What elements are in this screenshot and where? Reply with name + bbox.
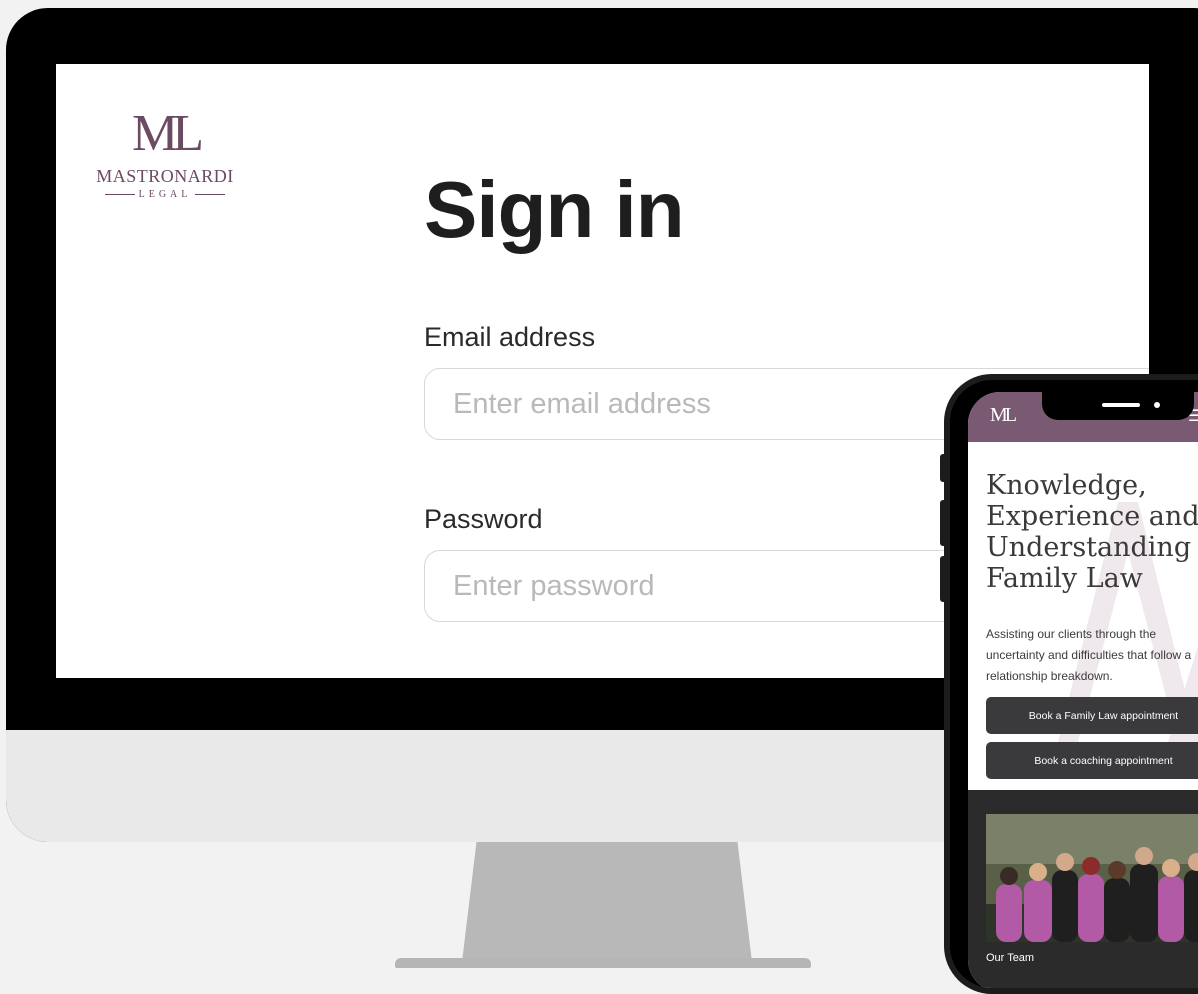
team-photo: [986, 814, 1198, 942]
team-section: Our Team: [968, 790, 1198, 988]
phone-notch: [1042, 392, 1194, 420]
logo-sub-text: LEGAL: [138, 189, 192, 200]
book-family-law-button[interactable]: Book a Family Law appointment: [986, 697, 1198, 734]
phone-screen: ML ☰ Knowledge, Experience and Understan…: [968, 392, 1198, 988]
logo-rule-right: [195, 194, 226, 195]
phone-frame: ML ☰ Knowledge, Experience and Understan…: [944, 374, 1198, 994]
team-photo-image: [986, 814, 1198, 942]
logo-name: MASTRONARDI: [96, 166, 234, 186]
hero-text: Assisting our clients through the uncert…: [986, 627, 1192, 683]
monitor-stand-neck: [462, 842, 752, 962]
camera-icon: [1154, 402, 1160, 408]
team-caption: Our Team: [986, 952, 1035, 964]
hero-title: Knowledge, Experience and Understanding …: [986, 470, 1198, 594]
email-label: Email address: [424, 322, 596, 352]
phone-header: ML ☰: [968, 392, 1198, 442]
phone-bezel: ML ☰ Knowledge, Experience and Understan…: [950, 380, 1198, 988]
speaker-icon: [1102, 403, 1140, 407]
page-title: Sign in: [424, 165, 685, 254]
password-label: Password: [424, 504, 543, 534]
logo-mark: ML: [132, 105, 204, 162]
monitor-stand-base: [395, 958, 811, 968]
logo-rule-left: [104, 194, 135, 195]
logo-subtitle: LEGAL: [90, 189, 240, 200]
book-coaching-button[interactable]: Book a coaching appointment: [986, 742, 1198, 779]
phone-logo[interactable]: ML: [990, 404, 1017, 427]
brand-logo: ML MASTRONARDI LEGAL: [90, 105, 240, 201]
